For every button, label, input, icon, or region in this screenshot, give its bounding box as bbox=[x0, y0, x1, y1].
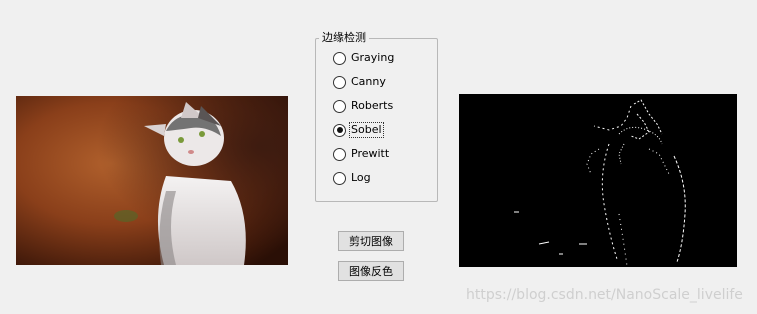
radio-circle-icon[interactable] bbox=[333, 75, 346, 89]
radio-label: Roberts bbox=[351, 99, 394, 112]
radio-sobel[interactable]: Sobel bbox=[333, 122, 384, 138]
radio-canny[interactable]: Canny bbox=[333, 75, 387, 89]
radio-label: Canny bbox=[351, 75, 386, 88]
edge-detection-group-title: 边缘检测 bbox=[319, 31, 369, 45]
cut-image-button[interactable]: 剪切图像 bbox=[338, 231, 404, 251]
radio-label: Sobel bbox=[349, 122, 384, 138]
radio-label: Graying bbox=[351, 51, 395, 64]
invert-image-button[interactable]: 图像反色 bbox=[338, 261, 404, 281]
watermark-text: https://blog.csdn.net/NanoScale_livelife bbox=[466, 287, 743, 303]
radio-selected-dot-icon bbox=[336, 127, 343, 133]
edge-result-image bbox=[459, 94, 737, 267]
radio-log[interactable]: Log bbox=[333, 171, 372, 185]
radio-circle-icon[interactable] bbox=[333, 171, 346, 185]
radio-circle-icon[interactable] bbox=[333, 123, 346, 137]
radio-label: Log bbox=[351, 171, 371, 184]
radio-circle-icon[interactable] bbox=[333, 147, 346, 161]
radio-label: Prewitt bbox=[351, 147, 390, 160]
radio-prewitt[interactable]: Prewitt bbox=[333, 147, 390, 161]
original-image bbox=[16, 96, 288, 265]
radio-circle-icon[interactable] bbox=[333, 51, 346, 65]
radio-graying[interactable]: Graying bbox=[333, 51, 395, 65]
radio-roberts[interactable]: Roberts bbox=[333, 99, 394, 113]
radio-circle-icon[interactable] bbox=[333, 99, 346, 113]
